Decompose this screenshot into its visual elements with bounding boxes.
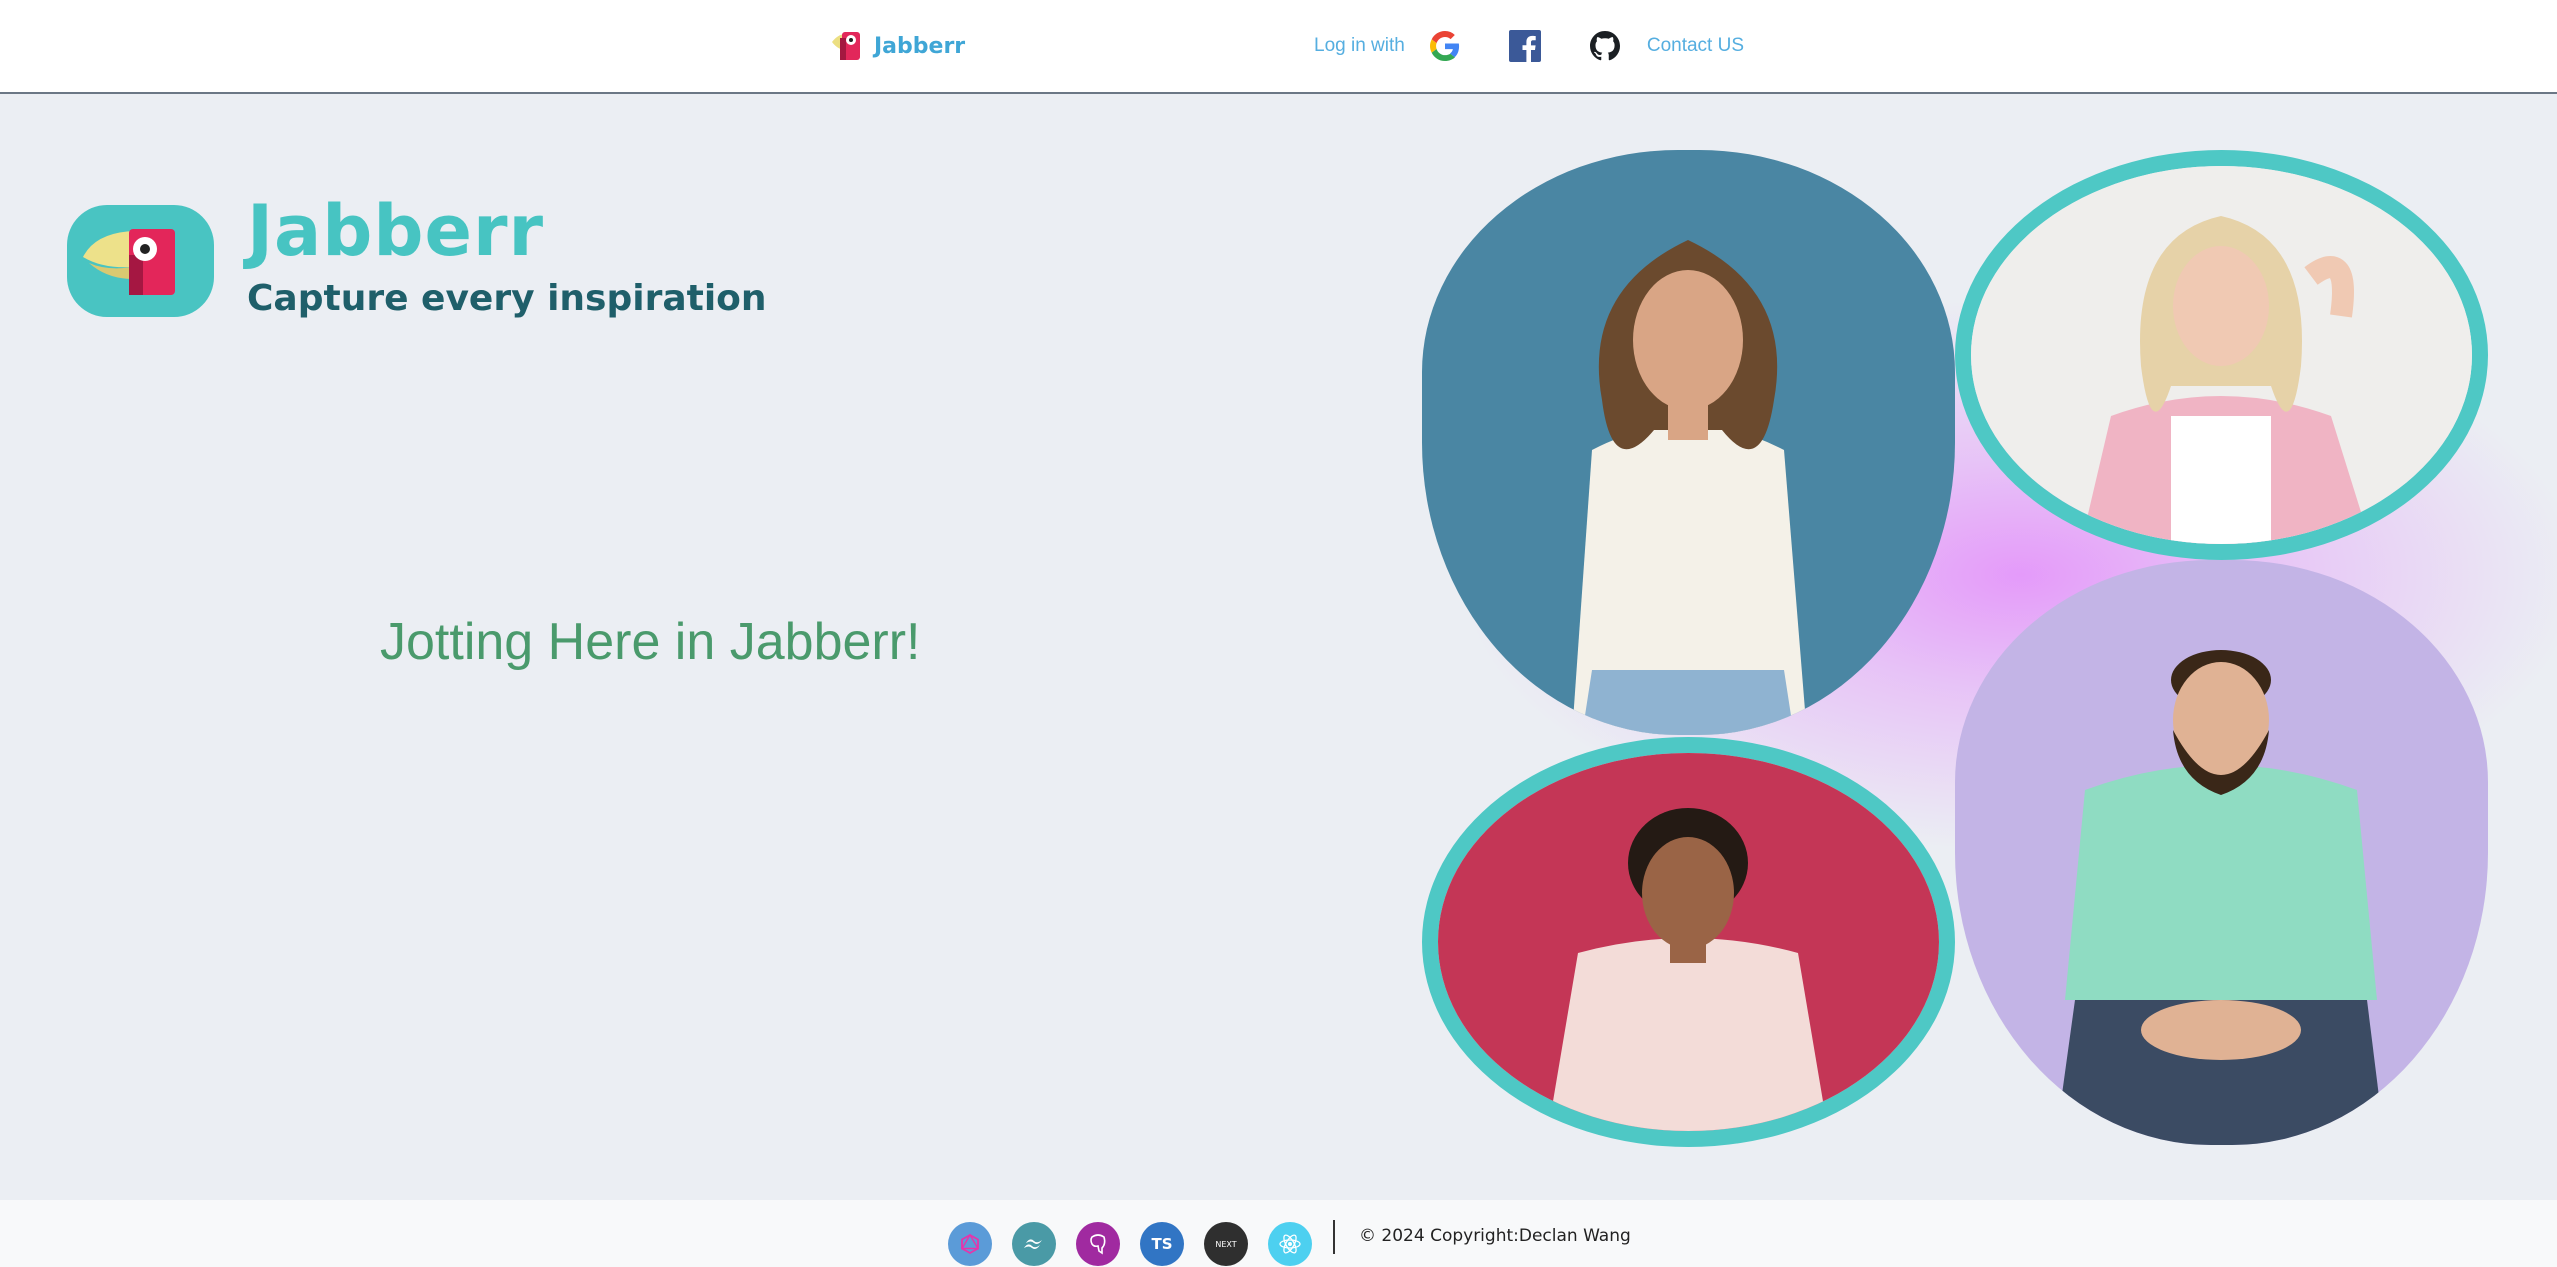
github-icon <box>1589 31 1620 61</box>
parrot-logo-icon <box>832 32 860 60</box>
typescript-icon: TS <box>1140 1222 1184 1266</box>
facebook-login-button[interactable] <box>1507 28 1543 64</box>
react-icon <box>1268 1222 1312 1266</box>
contact-us-link[interactable]: Contact US <box>1647 35 1744 57</box>
nextjs-icon: NEXT <box>1204 1222 1248 1266</box>
woman-pink-shirt-photo <box>1422 737 1955 1147</box>
google-login-button[interactable] <box>1427 28 1463 64</box>
woman-white-top-photo <box>1422 150 1955 735</box>
hero-tagline: Jotting Here in Jabberr! <box>380 613 921 671</box>
copyright-text: © 2024 Copyright:Declan Wang <box>1359 1226 1631 1246</box>
tailwind-icon <box>1012 1222 1056 1266</box>
woman-pink-blazer-photo <box>1955 150 2488 560</box>
top-navbar: Jabberr Log in with Contact US <box>0 0 2557 94</box>
postgres-icon <box>1076 1222 1120 1266</box>
brand-link[interactable]: Jabberr <box>828 26 965 66</box>
footer: TS NEXT © 2024 Copyright:Declan Wang <box>0 1200 2557 1267</box>
hero-subtitle: Capture every inspiration <box>247 278 767 319</box>
graphql-icon <box>948 1222 992 1266</box>
facebook-icon <box>1508 30 1541 62</box>
login-nav: Log in with Contact US <box>1314 24 1744 68</box>
github-login-button[interactable] <box>1587 28 1623 64</box>
footer-divider <box>1333 1220 1335 1254</box>
login-label: Log in with <box>1314 35 1405 56</box>
tech-stack-icons: TS NEXT <box>948 1222 1312 1266</box>
jabberr-logo-icon <box>67 205 214 317</box>
hero-title: Jabberr <box>247 190 545 272</box>
google-icon <box>1429 31 1459 61</box>
man-mint-shirt-photo <box>1955 560 2488 1145</box>
brand-name: Jabberr <box>874 33 966 59</box>
